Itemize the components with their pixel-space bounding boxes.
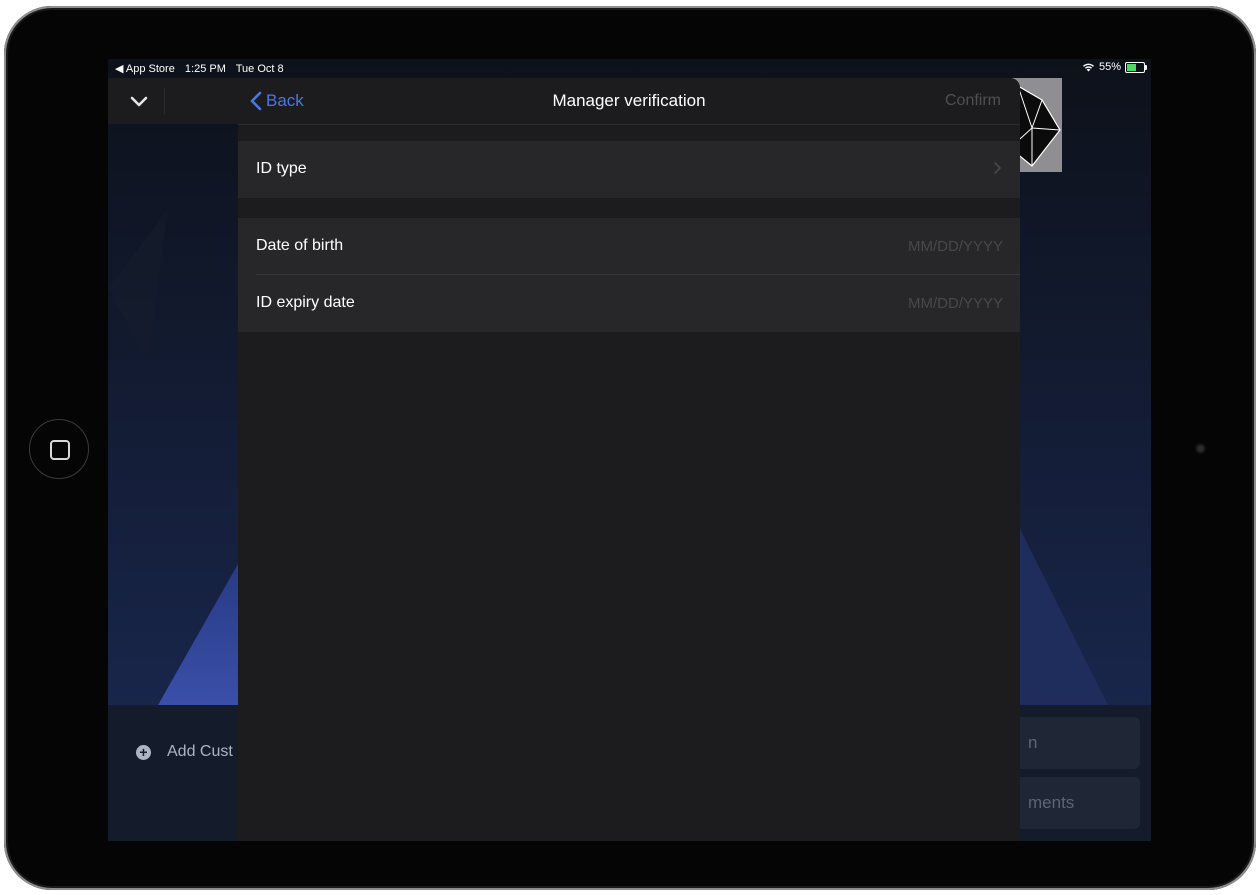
id-expiry-label: ID expiry date [256, 294, 355, 311]
background-action-label-1: n [1028, 733, 1038, 752]
confirm-button[interactable]: Confirm [945, 92, 1001, 110]
chevron-down-icon[interactable] [130, 96, 148, 108]
add-customer-button[interactable]: + Add Cust [136, 743, 233, 761]
id-type-label: ID type [256, 160, 307, 177]
home-square-icon [50, 440, 70, 460]
id-type-group: ID type [238, 141, 1020, 198]
home-button[interactable] [29, 419, 89, 479]
id-type-row[interactable]: ID type [238, 141, 1020, 198]
toolbar-divider [164, 88, 165, 114]
date-of-birth-row[interactable]: Date of birth MM/DD/YYYY [238, 218, 1020, 275]
background-action-label-2: ments [1028, 793, 1075, 812]
dates-group: Date of birth MM/DD/YYYY ID expiry date … [238, 218, 1020, 332]
status-date: Tue Oct 8 [235, 63, 284, 75]
chevron-right-icon [994, 162, 1001, 174]
status-bar: ◀ App Store 1:25 PM Tue Oct 8 55% [108, 59, 1151, 77]
battery-percent: 55% [1098, 61, 1121, 73]
modal-title: Manager verification [552, 91, 706, 110]
id-expiry-row[interactable]: ID expiry date MM/DD/YYYY [238, 275, 1020, 332]
battery-icon [1125, 61, 1147, 73]
modal-nav-bar: Back Manager verification Confirm [238, 78, 1020, 125]
camera-icon [1195, 443, 1206, 454]
screen: ◀ App Store 1:25 PM Tue Oct 8 55% + Add … [108, 59, 1151, 841]
date-of-birth-label: Date of birth [256, 237, 344, 254]
status-time: 1:25 PM [184, 63, 226, 75]
back-to-app-store[interactable]: ◀ App Store [115, 63, 175, 75]
id-expiry-field[interactable]: MM/DD/YYYY [908, 295, 1003, 312]
manager-verification-modal: Back Manager verification Confirm ID typ… [238, 78, 1020, 841]
add-customer-label: Add Cust [167, 743, 233, 760]
plus-circle-icon: + [136, 744, 151, 760]
wifi-icon [1082, 63, 1094, 72]
date-of-birth-field[interactable]: MM/DD/YYYY [908, 238, 1003, 255]
